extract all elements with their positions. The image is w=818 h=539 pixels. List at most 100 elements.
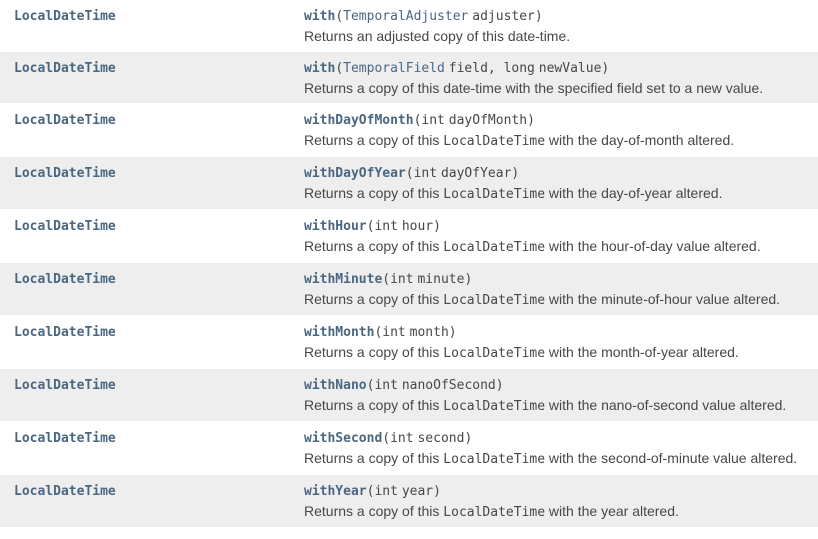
paren-close: ) (527, 113, 535, 128)
method-signature: withSecond(int second) (304, 429, 472, 445)
return-type-cell: LocalDateTime (0, 52, 304, 104)
paren-close: ) (601, 61, 609, 76)
desc-text: Returns a copy of this (304, 397, 443, 413)
return-type-cell: LocalDateTime (0, 316, 304, 369)
method-link[interactable]: withDayOfYear (304, 166, 406, 181)
paren-open: ( (382, 272, 390, 287)
method-description: Returns a copy of this LocalDateTime wit… (304, 450, 808, 467)
method-link[interactable]: with (304, 61, 335, 76)
paren-open: ( (335, 61, 343, 76)
method-description: Returns a copy of this LocalDateTime wit… (304, 344, 808, 361)
table-row: LocalDateTimewithNano(int nanoOfSecond)R… (0, 369, 818, 422)
method-link[interactable]: withSecond (304, 431, 382, 446)
method-description: Returns an adjusted copy of this date-ti… (304, 28, 808, 44)
method-description: Returns a copy of this LocalDateTime wit… (304, 238, 808, 255)
param-name: minute (417, 272, 464, 287)
return-type-link[interactable]: LocalDateTime (14, 219, 116, 234)
desc-text: with the day-of-year altered. (545, 185, 722, 201)
param-type: int (374, 378, 397, 393)
desc-code: LocalDateTime (443, 399, 545, 414)
method-description: Returns a copy of this LocalDateTime wit… (304, 291, 808, 308)
return-type-cell: LocalDateTime (0, 263, 304, 316)
method-cell: withHour(int hour) Returns a copy of this… (304, 210, 818, 263)
method-link[interactable]: withNano (304, 378, 367, 393)
return-type-link[interactable]: LocalDateTime (14, 431, 116, 446)
method-link[interactable]: withHour (304, 219, 367, 234)
method-signature: withMinute(int minute) (304, 270, 472, 286)
method-signature: withMonth(int month) (304, 323, 457, 339)
desc-text: Returns a copy of this date-time with th… (304, 80, 763, 96)
param-type: int (374, 219, 397, 234)
method-signature: withYear(int year) (304, 482, 441, 498)
table-row: LocalDateTime withSecond(int second) Retur… (0, 422, 818, 475)
desc-code: LocalDateTime (443, 240, 545, 255)
return-type-link[interactable]: LocalDateTime (14, 9, 116, 24)
desc-text: Returns an adjusted copy of this date-ti… (304, 28, 570, 44)
return-type-cell: LocalDateTime (0, 157, 304, 210)
desc-code: LocalDateTime (443, 187, 545, 202)
method-link[interactable]: withYear (304, 484, 367, 499)
param-type: int (390, 431, 413, 446)
return-type-link[interactable]: LocalDateTime (14, 325, 116, 340)
desc-text: with the day-of-month altered. (545, 132, 734, 148)
param-type: int (382, 325, 405, 340)
return-type-link[interactable]: LocalDateTime (14, 378, 116, 393)
method-description: Returns a copy of this LocalDateTime wit… (304, 132, 808, 149)
desc-text: with the year altered. (545, 503, 679, 519)
return-type-link[interactable]: LocalDateTime (14, 272, 116, 287)
method-description: Returns a copy of this LocalDateTime wit… (304, 185, 808, 202)
param-type-link[interactable]: TemporalAdjuster (343, 9, 468, 24)
method-cell: with(TemporalField field, long newValue)… (304, 52, 818, 104)
desc-text: with the hour-of-day value altered. (545, 238, 761, 254)
method-cell: withNano(int nanoOfSecond)Returns a copy… (304, 369, 818, 422)
desc-text: with the minute-of-hour value altered. (545, 291, 780, 307)
method-link[interactable]: withMonth (304, 325, 374, 340)
return-type-cell: LocalDateTime (0, 475, 304, 528)
method-cell: withMinute(int minute) Returns a copy of … (304, 263, 818, 316)
param-type: int (390, 272, 413, 287)
method-signature: with(TemporalAdjuster adjuster) (304, 7, 543, 23)
paren-close: ) (496, 378, 504, 393)
desc-code: LocalDateTime (443, 134, 545, 149)
param-name: month (410, 325, 449, 340)
desc-text: with the month-of-year altered. (545, 344, 739, 360)
param-name: dayOfYear (441, 166, 511, 181)
param-name: newValue (539, 61, 602, 76)
param-type: int (414, 166, 437, 181)
param-name: nanoOfSecond (402, 378, 496, 393)
return-type-link[interactable]: LocalDateTime (14, 484, 116, 499)
desc-text: Returns a copy of this (304, 503, 443, 519)
paren-open: ( (382, 431, 390, 446)
method-signature: withHour(int hour) (304, 217, 441, 233)
method-description: Returns a copy of this LocalDateTime wit… (304, 397, 808, 414)
table-row: LocalDateTimewithDayOfYear(int dayOfYear… (0, 157, 818, 210)
table-row: LocalDateTime withYear(int year) Returns a… (0, 475, 818, 528)
param-name: adjuster (472, 9, 535, 24)
paren-open: ( (335, 9, 343, 24)
paren-close: ) (464, 272, 472, 287)
return-type-cell: LocalDateTime (0, 369, 304, 422)
return-type-link[interactable]: LocalDateTime (14, 113, 116, 128)
param-name: year (402, 484, 433, 499)
method-cell: with(TemporalAdjuster adjuster) Returns a… (304, 0, 818, 52)
table-row: LocalDateTimewithDayOfMonth(int dayOfMon… (0, 104, 818, 157)
method-link[interactable]: with (304, 9, 335, 24)
method-link[interactable]: withDayOfMonth (304, 113, 414, 128)
return-type-link[interactable]: LocalDateTime (14, 61, 116, 76)
return-type-link[interactable]: LocalDateTime (14, 166, 116, 181)
paren-close: ) (464, 431, 472, 446)
method-link[interactable]: withMinute (304, 272, 382, 287)
desc-text: with the nano-of-second value altered. (545, 397, 786, 413)
table-row: LocalDateTime with(TemporalField field, l… (0, 52, 818, 104)
method-cell: withDayOfMonth(int dayOfMonth) Returns a … (304, 104, 818, 157)
method-cell: withYear(int year) Returns a copy of this… (304, 475, 818, 528)
param-type-link[interactable]: TemporalField (343, 61, 445, 76)
desc-text: Returns a copy of this (304, 132, 443, 148)
return-type-cell: LocalDateTime (0, 210, 304, 263)
param-type: int (421, 113, 444, 128)
param-type: long (504, 61, 535, 76)
method-description: Returns a copy of this date-time with th… (304, 80, 808, 96)
method-signature: withDayOfMonth(int dayOfMonth) (304, 111, 535, 127)
table-row: LocalDateTimewithHour(int hour)Returns a… (0, 210, 818, 263)
method-description: Returns a copy of this LocalDateTime wit… (304, 503, 808, 520)
